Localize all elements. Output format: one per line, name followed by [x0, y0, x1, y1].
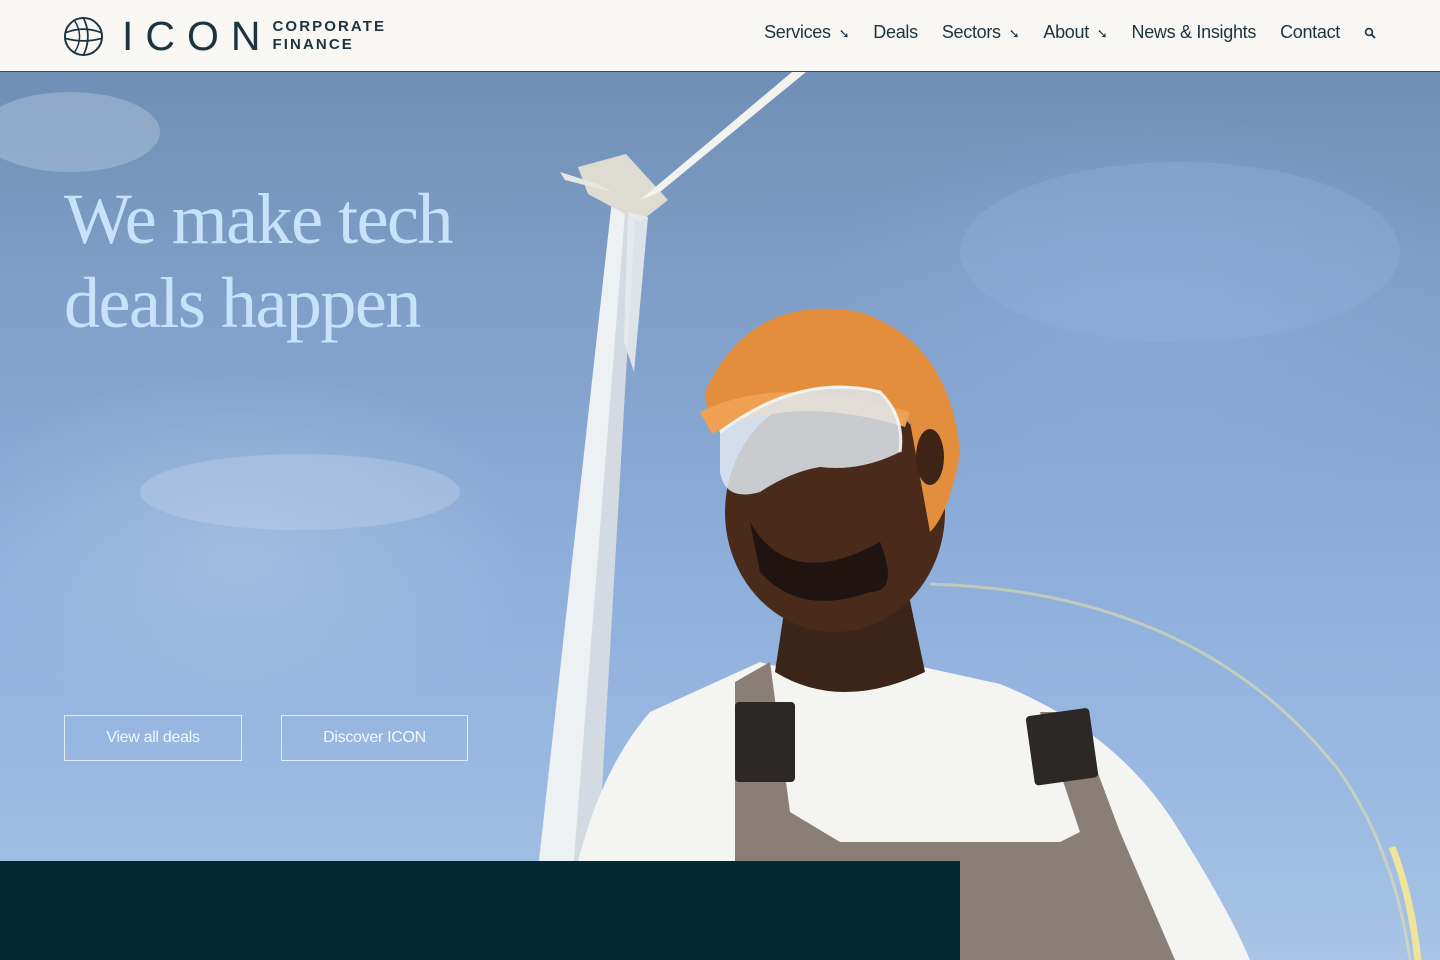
brand-sub-line-1: CORPORATE [272, 18, 387, 35]
brand-sub-line-2: FINANCE [272, 36, 354, 53]
nav-item-sectors[interactable]: Sectors ➘ [942, 22, 1020, 43]
nav-item-news-insights[interactable]: News & Insights [1132, 22, 1257, 43]
nav-label-deals: Deals [873, 22, 918, 42]
arrow-down-right-icon: ➘ [838, 25, 850, 41]
arrow-down-right-icon: ➘ [1096, 25, 1108, 41]
nav-label-sectors: Sectors [941, 22, 1001, 42]
globe-icon [63, 16, 104, 56]
nav-item-deals[interactable]: Deals [873, 22, 918, 43]
nav-label-news-insights: News & Insights [1131, 22, 1257, 42]
hero-headline: We make tech deals happen [64, 177, 453, 345]
site-header: ICON CORPORATE FINANCE Services ➘ Deals … [0, 0, 1440, 72]
nav-item-services[interactable]: Services ➘ [764, 22, 850, 43]
brand-name: ICON [122, 13, 273, 59]
search-button[interactable] [1364, 26, 1378, 40]
hero-headline-line-1: We make tech [64, 179, 453, 259]
nav-item-contact[interactable]: Contact [1280, 22, 1340, 43]
search-icon [1364, 27, 1376, 39]
main-nav: Services ➘ Deals Sectors ➘ About ➘ News … [764, 22, 1378, 43]
nav-label-contact: Contact [1280, 22, 1340, 42]
logo[interactable]: ICON CORPORATE FINANCE [63, 14, 386, 58]
arrow-down-right-icon: ➘ [1008, 25, 1020, 41]
brand-subtitle: CORPORATE FINANCE [273, 18, 387, 54]
view-all-deals-button[interactable]: View all deals [64, 715, 242, 761]
discover-icon-button[interactable]: Discover ICON [281, 715, 468, 761]
hero-section: We make tech deals happen View all deals… [0, 72, 1440, 960]
dark-content-panel [0, 861, 960, 960]
nav-item-about[interactable]: About ➘ [1043, 22, 1107, 43]
nav-label-services: Services [764, 22, 831, 42]
nav-label-about: About [1043, 22, 1089, 42]
hero-headline-line-2: deals happen [64, 263, 421, 343]
